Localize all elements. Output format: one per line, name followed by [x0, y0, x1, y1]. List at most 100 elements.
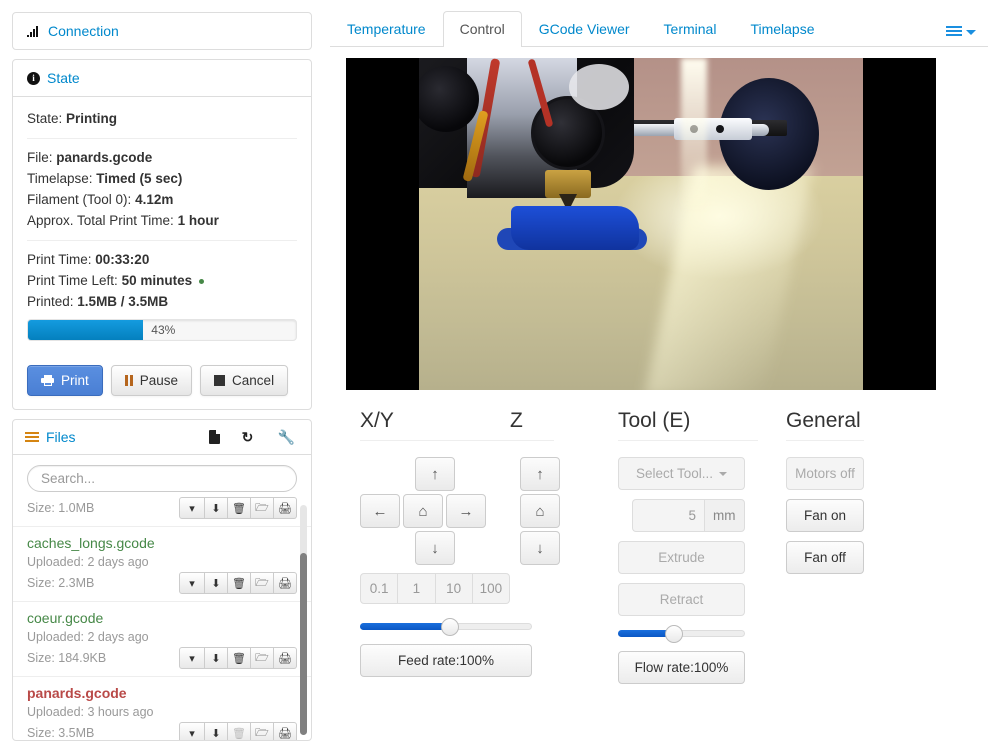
list-item[interactable]: panards.gcode Uploaded: 3 hours ago Size…	[13, 677, 311, 740]
tab-control[interactable]: Control	[442, 11, 522, 47]
select-tool-dropdown[interactable]: Select Tool...	[618, 457, 745, 490]
xy-right-button[interactable]: →	[446, 494, 486, 528]
pause-button[interactable]: Pause	[110, 365, 193, 396]
trash-icon[interactable]: 🗑	[228, 497, 251, 519]
tab-menu-button[interactable]	[934, 20, 988, 46]
connection-header[interactable]: Connection	[13, 13, 311, 49]
folder-open-icon[interactable]: 🗁	[251, 647, 274, 669]
download-icon[interactable]: ⬇	[205, 647, 228, 669]
print-button[interactable]: Print	[27, 365, 103, 396]
slider-fill	[360, 623, 450, 630]
file-size: Size: 3.5MB	[27, 725, 95, 740]
file-list[interactable]: Size: 1.0MB ▾ ⬇ 🗑 🗁 🖨 caches_longs.gcode…	[13, 497, 311, 740]
xy-down-button[interactable]: ↓	[415, 531, 455, 565]
z-home-row: ⌂	[510, 494, 570, 528]
folder-open-icon[interactable]: 🗁	[251, 722, 274, 740]
chevron-down-icon[interactable]: ▾	[179, 722, 205, 740]
printer-icon	[41, 375, 54, 386]
print-icon[interactable]: 🖨	[274, 647, 297, 669]
file-name[interactable]: coeur.gcode	[27, 608, 297, 628]
timelapse-row-value: Timed (5 sec)	[96, 171, 183, 186]
files-header: Files ↻ 🔧	[13, 420, 311, 455]
flow-rate-slider[interactable]	[618, 625, 745, 643]
trash-icon[interactable]: 🗑	[228, 647, 251, 669]
wrench-icon[interactable]: 🔧	[278, 430, 295, 444]
tab-temperature[interactable]: Temperature	[330, 11, 443, 46]
tool-title: Tool (E)	[618, 408, 758, 441]
scrollbar-thumb[interactable]	[300, 553, 307, 735]
z-home-button[interactable]: ⌂	[520, 494, 560, 528]
xy-title: X/Y	[360, 408, 510, 441]
slider-handle[interactable]	[664, 625, 683, 643]
flow-rate-button[interactable]: Flow rate:100%	[618, 651, 745, 684]
folder-open-icon[interactable]: 🗁	[251, 572, 274, 594]
files-title[interactable]: Files	[46, 429, 209, 445]
chevron-down-icon[interactable]: ▾	[179, 647, 205, 669]
step-10-button[interactable]: 10	[435, 573, 473, 604]
xy-up-button[interactable]: ↑	[415, 457, 455, 491]
trash-icon[interactable]: 🗑	[228, 572, 251, 594]
download-icon[interactable]: ⬇	[205, 722, 228, 740]
fan-off-button[interactable]: Fan off	[786, 541, 864, 574]
trash-icon: 🗑	[228, 722, 251, 740]
file-name[interactable]: caches_longs.gcode	[27, 533, 297, 553]
cancel-button[interactable]: Cancel	[200, 365, 289, 396]
webcam-frame	[419, 58, 863, 390]
xy-left-button[interactable]: ←	[360, 494, 400, 528]
tab-gcode-viewer[interactable]: GCode Viewer	[522, 11, 647, 46]
folder-open-icon[interactable]: 🗁	[251, 497, 274, 519]
download-icon[interactable]: ⬇	[205, 497, 228, 519]
step-1-button[interactable]: 1	[398, 573, 436, 604]
z-down-button[interactable]: ↓	[520, 531, 560, 565]
signal-icon	[27, 25, 41, 37]
total-time-value: 1 hour	[177, 213, 219, 228]
connection-panel: Connection	[12, 12, 312, 50]
tab-timelapse[interactable]: Timelapse	[733, 11, 831, 46]
extrude-button[interactable]: Extrude	[618, 541, 745, 574]
refresh-icon[interactable]: ↻	[242, 430, 256, 444]
fan-on-button[interactable]: Fan on	[786, 499, 864, 532]
chevron-down-icon[interactable]: ▾	[179, 572, 205, 594]
state-header[interactable]: i State	[13, 60, 311, 97]
printed-label: Printed:	[27, 294, 74, 309]
z-up-row: ↑	[510, 457, 570, 491]
stop-icon	[214, 375, 226, 386]
step-100-button[interactable]: 100	[472, 573, 510, 604]
slider-handle[interactable]	[441, 618, 460, 636]
state-row-label: State:	[27, 111, 63, 126]
step-0.1-button[interactable]: 0.1	[360, 573, 399, 604]
list-item[interactable]: coeur.gcode Uploaded: 2 days ago Size: 1…	[13, 602, 311, 677]
info-circle-icon: i	[27, 71, 40, 85]
search-input[interactable]	[27, 465, 297, 492]
extrude-amount-input[interactable]	[632, 499, 704, 532]
extrude-amount-unit: mm	[704, 499, 745, 532]
print-icon[interactable]: 🖨	[274, 497, 297, 519]
feed-rate-button[interactable]: Feed rate:100%	[360, 644, 532, 677]
list-item[interactable]: Size: 1.0MB ▾ ⬇ 🗑 🗁 🖨	[13, 497, 311, 527]
feed-rate-slider[interactable]	[360, 618, 532, 636]
file-row-label: File:	[27, 150, 53, 165]
file-uploaded: Uploaded: 3 hours ago	[27, 705, 154, 719]
xy-home-button[interactable]: ⌂	[403, 494, 443, 528]
z-up-button[interactable]: ↑	[520, 457, 560, 491]
print-icon[interactable]: 🖨	[274, 572, 297, 594]
cancel-button-label: Cancel	[232, 373, 275, 388]
retract-button[interactable]: Retract	[618, 583, 745, 616]
webcam-stream[interactable]	[346, 58, 936, 390]
print-progress-bar: 43%	[27, 319, 297, 341]
state-row-value: Printing	[66, 111, 118, 126]
print-icon[interactable]: 🖨	[274, 722, 297, 740]
xy-control-column: X/Y ↑ ← ⌂ → ↓ 0.1 1 10 100 Feed rate:100…	[360, 408, 532, 684]
file-name[interactable]: panards.gcode	[27, 683, 297, 703]
file-icon[interactable]	[208, 430, 220, 444]
file-list-scrollbar[interactable]	[300, 505, 307, 735]
list-item[interactable]: caches_longs.gcode Uploaded: 2 days ago …	[13, 527, 311, 602]
file-row: Size: 3.5MB ▾ ⬇ 🗑 🗁 🖨	[27, 722, 297, 740]
download-icon[interactable]: ⬇	[205, 572, 228, 594]
tab-terminal[interactable]: Terminal	[647, 11, 734, 46]
files-panel: Files ↻ 🔧 Size: 1.0MB ▾ ⬇	[12, 419, 312, 741]
chevron-down-icon[interactable]: ▾	[179, 497, 205, 519]
motors-off-button[interactable]: Motors off	[786, 457, 864, 490]
print-time-row: Print Time: 00:33:20	[27, 249, 297, 270]
file-actions: ▾ ⬇ 🗑 🗁 🖨	[179, 647, 297, 669]
